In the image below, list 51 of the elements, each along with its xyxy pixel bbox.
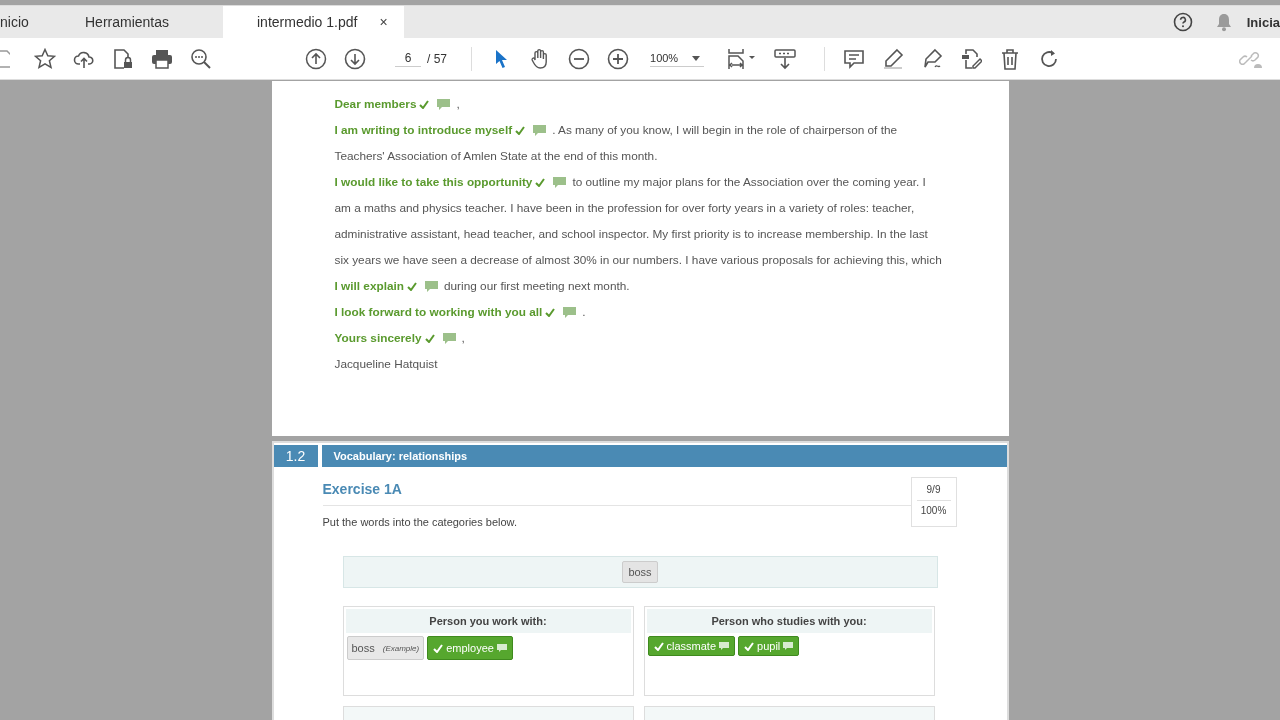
- edit-document-icon[interactable]: [960, 47, 983, 70]
- answer-text: I would like to take this opportunity: [334, 175, 533, 189]
- section-number: 1.2: [273, 445, 318, 467]
- answer-text: I am writing to introduce myself: [334, 123, 513, 137]
- letter-text: during our first meeting next month.: [444, 279, 630, 293]
- percent-text: 100%: [916, 500, 951, 516]
- locked-file-icon[interactable]: [112, 47, 134, 70]
- letter-text: . As many of you know, I will begin in the role of chairperson of the: [552, 123, 898, 137]
- highlighter-icon[interactable]: [882, 47, 905, 70]
- letter-text: administrative assistant, head teacher, and school inspector. My first priority is to increase membership. In the last: [334, 227, 928, 241]
- letter-text: to outline my major plans for the Association over the coming year. I: [572, 175, 926, 189]
- sign-in-link[interactable]: Inicia: [1246, 14, 1280, 30]
- zoom-dropdown[interactable]: 100%: [650, 50, 705, 67]
- arrow-down-icon[interactable]: [344, 47, 366, 70]
- zoom-in-icon[interactable]: [607, 47, 629, 70]
- word-chip[interactable]: boss: [622, 561, 658, 583]
- page-fit-icon[interactable]: [726, 46, 757, 71]
- arrow-up-icon[interactable]: [305, 47, 327, 70]
- letter-text: .: [582, 305, 586, 319]
- section-title: Vocabulary: relationships: [321, 445, 1007, 467]
- help-icon[interactable]: [1172, 12, 1193, 32]
- answer-text: I look forward to working with you all: [334, 305, 543, 319]
- letter-text: Jacqueline Hatquist: [334, 357, 438, 371]
- answer-text: Yours sincerely: [334, 331, 422, 345]
- answer-text: I will explain: [334, 279, 404, 293]
- search-icon[interactable]: [190, 47, 212, 70]
- comment-icon[interactable]: [843, 47, 866, 70]
- tab[interactable]: Herramientas: [85, 6, 223, 38]
- answer-text: Dear members: [334, 97, 417, 111]
- pen-nib-icon[interactable]: [921, 47, 944, 70]
- letter-text: Teachers' Association of Amlen State at the end of this month.: [334, 149, 658, 163]
- print-icon[interactable]: [151, 47, 173, 70]
- tab[interactable]: nicio: [0, 6, 85, 38]
- letter-text: ,: [456, 97, 460, 111]
- category-title: Person you work with:: [345, 609, 631, 633]
- letter-text: six years we have seen a decrease of almost 30% in our numbers. I have various proposals for achieving this, which: [334, 253, 942, 267]
- star-icon[interactable]: [34, 47, 56, 70]
- page-number-field[interactable]: 6: [395, 50, 421, 67]
- exercise-title: Exercise 1A: [322, 481, 911, 506]
- zoom-out-icon[interactable]: [568, 47, 590, 70]
- caret-icon: [692, 55, 701, 61]
- letter-text: ,: [461, 331, 465, 345]
- scroll-mode-icon[interactable]: [773, 47, 798, 70]
- letter-text: am a maths and physics teacher. I have been in the profession for over forty years in a variety of roles: teacher,: [334, 201, 915, 215]
- close-icon[interactable]: ×: [379, 14, 388, 30]
- page-count: / 57: [427, 51, 447, 66]
- example-chip: boss (Example): [346, 636, 425, 660]
- score-text: 9/9: [926, 484, 941, 495]
- category-title: Person who studies with you:: [646, 609, 932, 633]
- instruction-text: Put the words into the categories below.: [322, 516, 518, 528]
- tab[interactable]: intermedio 1.pdf ×: [223, 6, 404, 38]
